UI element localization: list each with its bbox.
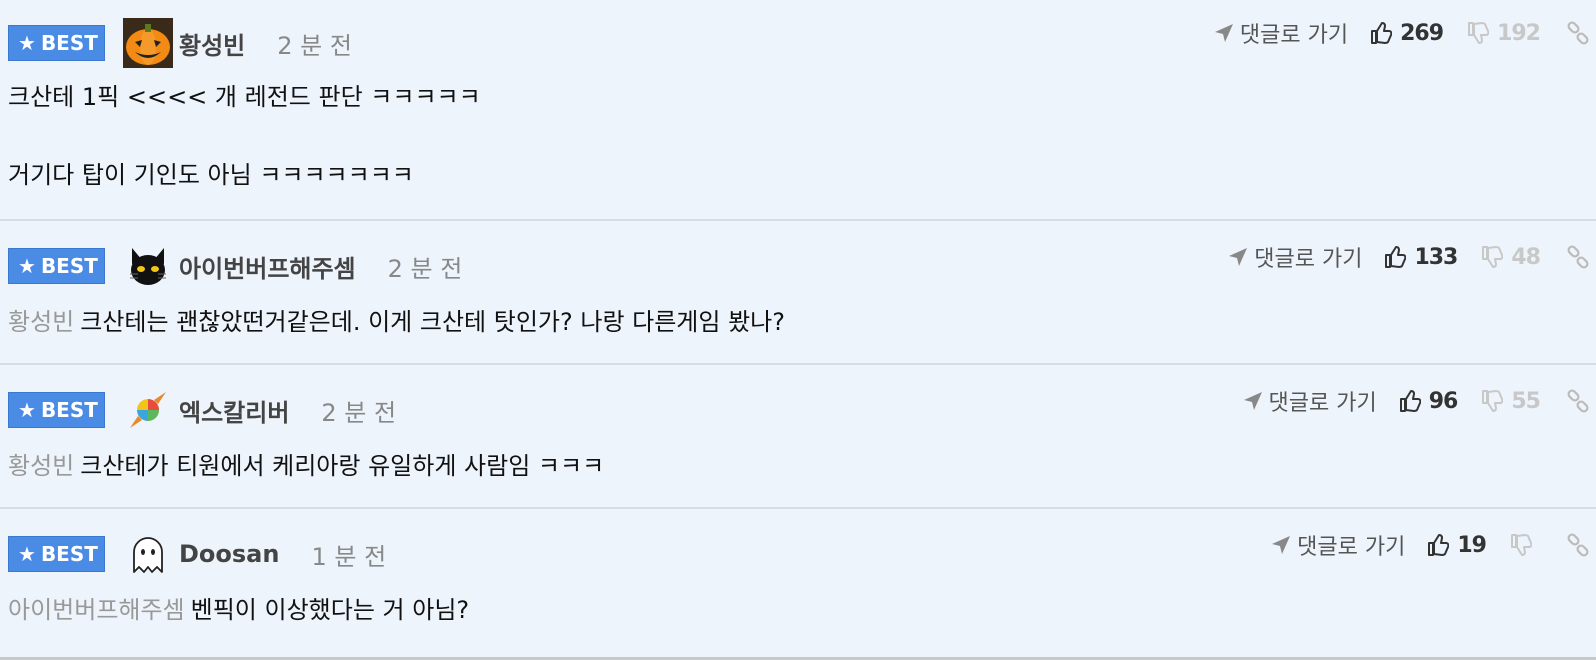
dislike-count: 55 (1511, 388, 1541, 414)
thumbs-down-icon (1482, 246, 1504, 268)
goto-comment-label: 댓글로 가기 (1268, 391, 1377, 416)
comment-body: 크산테 1픽 <<<< 개 레전드 판단 ㅋㅋㅋㅋㅋ 거기다 탑이 기인도 아님… (8, 80, 481, 192)
thumbs-down-icon (1482, 390, 1504, 412)
goto-comment-button[interactable]: 댓글로 가기 (1228, 241, 1362, 273)
thumbs-down-icon (1468, 22, 1490, 44)
author-name[interactable]: 아이번버프해주셈 (179, 249, 356, 284)
like-button[interactable]: 133 (1384, 244, 1458, 270)
star-icon: ★ (18, 31, 36, 55)
star-icon: ★ (18, 254, 36, 278)
best-badge-label: BEST (40, 398, 98, 422)
comment-time: 2 분 전 (277, 31, 352, 60)
link-icon[interactable] (1566, 389, 1590, 413)
send-arrow-icon (1243, 392, 1262, 410)
author-name[interactable]: Doosan (179, 540, 279, 568)
comment-list: ★ BEST 황성빈 2 분 전 댓글로 가기 269 192 크산테 1픽 <… (0, 0, 1596, 660)
goto-comment-button[interactable]: 댓글로 가기 (1271, 529, 1405, 561)
comment-text: 크산테는 괜찮았떤거같은데. 이게 크산테 탓인가? 나랑 다른게임 봤나? (80, 308, 785, 336)
comment-actions: 댓글로 가기 19 (1271, 530, 1596, 560)
goto-comment-label: 댓글로 가기 (1297, 535, 1406, 560)
author-name[interactable]: 엑스칼리버 (179, 393, 289, 428)
dislike-button[interactable]: 192 (1467, 20, 1541, 46)
link-icon[interactable] (1566, 21, 1590, 45)
best-badge: ★ BEST (8, 25, 105, 61)
star-icon: ★ (18, 542, 36, 566)
best-badge-label: BEST (40, 254, 98, 278)
like-button[interactable]: 269 (1370, 20, 1444, 46)
send-arrow-icon (1214, 24, 1233, 42)
goto-comment-label: 댓글로 가기 (1254, 247, 1363, 272)
comment-text-line: 크산테 1픽 <<<< 개 레전드 판단 ㅋㅋㅋㅋㅋ (8, 83, 481, 111)
author-name[interactable]: 황성빈 (179, 26, 245, 61)
comment-actions: 댓글로 가기 269 192 (1214, 18, 1596, 48)
comment-text-line: 거기다 탑이 기인도 아님 ㅋㅋㅋㅋㅋㅋㅋ (8, 161, 414, 189)
comment-item: ★ BEST 황성빈 2 분 전 댓글로 가기 269 192 크산테 1픽 <… (0, 0, 1596, 221)
comment-item: ★ BEST 엑스칼리버 2 분 전 댓글로 가기 96 55 황성빈 크산테가… (0, 365, 1596, 509)
comment-time: 2 분 전 (387, 254, 463, 283)
best-badge-label: BEST (40, 542, 98, 566)
comment-header: ★ BEST Doosan 1 분 전 (8, 529, 386, 579)
goto-comment-label: 댓글로 가기 (1239, 23, 1349, 48)
link-icon[interactable] (1566, 533, 1590, 557)
black-cat-avatar[interactable] (123, 241, 173, 291)
comment-time: 2 분 전 (321, 398, 397, 427)
thumbs-up-icon (1385, 246, 1407, 268)
link-icon[interactable] (1566, 245, 1590, 269)
comment-body: 황성빈 크산테가 티원에서 케리아랑 유일하게 사람임 ㅋㅋㅋ (8, 449, 604, 483)
comment-actions: 댓글로 가기 133 48 (1228, 242, 1596, 272)
thumbs-down-icon (1511, 534, 1532, 556)
like-count: 133 (1414, 244, 1458, 270)
comment-header: ★ BEST 아이번버프해주셈 2 분 전 (8, 241, 462, 291)
send-arrow-icon (1229, 248, 1248, 266)
comment-item: ★ BEST 아이번버프해주셈 2 분 전 댓글로 가기 133 48 황성빈 … (0, 221, 1596, 365)
comment-text: 벤픽이 이상했다는 거 아님? (190, 596, 470, 624)
like-count: 19 (1457, 532, 1487, 558)
star-icon: ★ (18, 398, 36, 422)
best-badge-label: BEST (40, 31, 98, 55)
dislike-count: 48 (1511, 244, 1541, 270)
reply-mention[interactable]: 황성빈 (8, 308, 74, 336)
send-arrow-icon (1272, 536, 1291, 554)
goto-comment-button[interactable]: 댓글로 가기 (1243, 385, 1377, 417)
like-count: 96 (1428, 388, 1459, 414)
reply-mention[interactable]: 황성빈 (8, 452, 74, 480)
pumpkin-avatar[interactable] (123, 18, 173, 68)
comment-body: 황성빈 크산테는 괜찮았떤거같은데. 이게 크산테 탓인가? 나랑 다른게임 봤나… (8, 305, 785, 339)
candy-avatar[interactable] (123, 385, 173, 435)
comment-time: 1 분 전 (311, 542, 387, 571)
goto-comment-button[interactable]: 댓글로 가기 (1214, 17, 1348, 49)
comment-body: 아이번버프해주셈 벤픽이 이상했다는 거 아님? (8, 593, 469, 627)
comment-header: ★ BEST 엑스칼리버 2 분 전 (8, 385, 396, 435)
thumbs-up-icon (1428, 534, 1450, 556)
dislike-button[interactable] (1510, 533, 1540, 557)
best-badge: ★ BEST (8, 248, 105, 284)
best-badge: ★ BEST (8, 536, 105, 572)
reply-mention[interactable]: 아이번버프해주셈 (8, 596, 185, 624)
comment-actions: 댓글로 가기 96 55 (1243, 386, 1596, 416)
dislike-button[interactable]: 48 (1481, 244, 1541, 270)
comment-item: ★ BEST Doosan 1 분 전 댓글로 가기 19 아이번버프해주셈 벤… (0, 509, 1596, 657)
ghost-avatar[interactable] (123, 529, 173, 579)
dislike-button[interactable]: 55 (1481, 388, 1541, 414)
thumbs-up-icon (1371, 22, 1393, 44)
comment-text: 크산테가 티원에서 케리아랑 유일하게 사람임 ㅋㅋㅋ (80, 452, 605, 480)
thumbs-up-icon (1399, 390, 1421, 412)
comment-header: ★ BEST 황성빈 2 분 전 (8, 18, 352, 68)
like-button[interactable]: 96 (1399, 389, 1458, 414)
dislike-count: 192 (1497, 20, 1541, 46)
like-count: 269 (1400, 20, 1444, 46)
best-badge: ★ BEST (8, 392, 105, 428)
like-button[interactable]: 19 (1427, 532, 1487, 558)
